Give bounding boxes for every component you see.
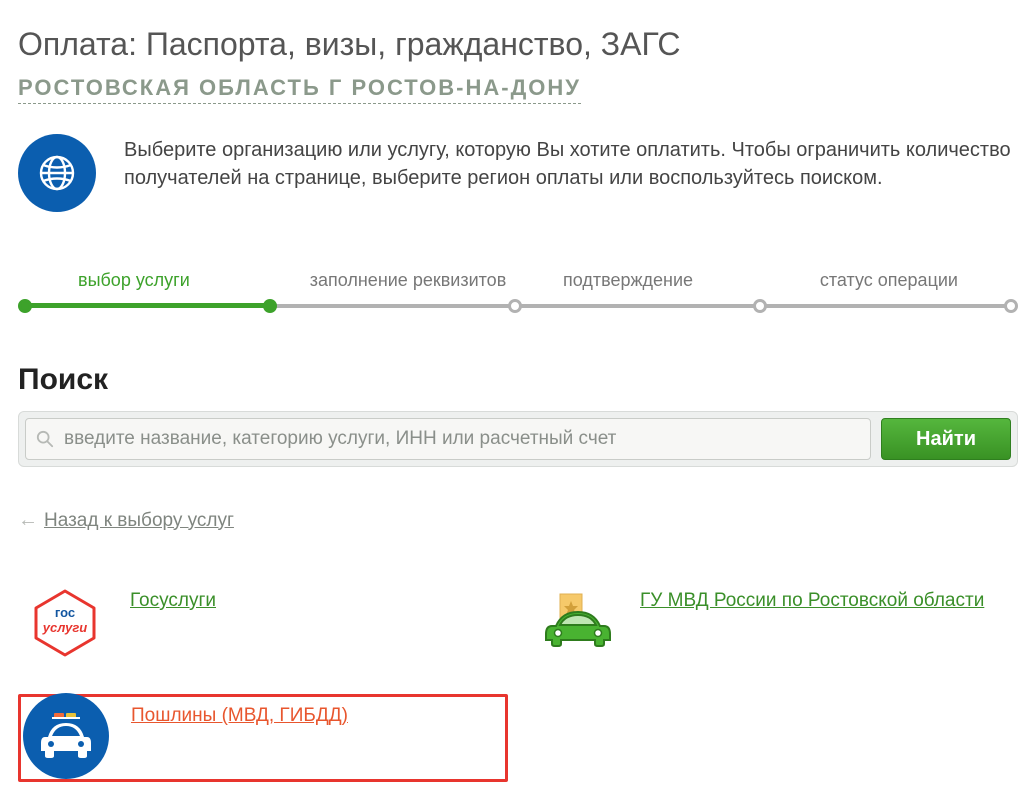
info-block: Выберите организацию или услугу, которую… bbox=[18, 134, 1018, 212]
gosuslugi-icon-text2: услуги bbox=[30, 621, 100, 634]
step-dot bbox=[263, 299, 277, 313]
police-car-icon bbox=[23, 693, 109, 779]
service-item-fees[interactable]: Пошлины (МВД, ГИБДД) bbox=[18, 694, 508, 782]
search-title: Поиск bbox=[18, 363, 1018, 397]
gosuslugi-icon-text1: гос bbox=[30, 606, 100, 619]
shield-car-icon bbox=[532, 588, 618, 658]
search-icon bbox=[36, 430, 54, 448]
step-dot bbox=[753, 299, 767, 313]
info-text: Выберите организацию или услугу, которую… bbox=[124, 134, 1018, 192]
gosuslugi-icon: гос услуги bbox=[30, 588, 100, 658]
service-item-gosuslugi[interactable]: гос услуги Госуслуги bbox=[18, 582, 508, 664]
services-grid: гос услуги Госуслуги ГУ МВД России bbox=[18, 582, 1018, 782]
search-bar: Найти bbox=[18, 411, 1018, 467]
back-arrow-icon: ← bbox=[18, 509, 38, 532]
step-dot bbox=[508, 299, 522, 313]
find-button[interactable]: Найти bbox=[881, 418, 1011, 460]
service-link[interactable]: Госуслуги bbox=[130, 588, 216, 614]
step-dot bbox=[1004, 299, 1018, 313]
progress-stepper: выбор услуги заполнение реквизитов подтв… bbox=[18, 270, 1018, 315]
service-link[interactable]: ГУ МВД России по Ростовской области bbox=[640, 588, 984, 614]
back-link[interactable]: Назад к выбору услуг bbox=[44, 510, 234, 532]
globe-icon bbox=[18, 134, 96, 212]
step-dot bbox=[18, 299, 32, 313]
step-label-2: заполнение реквизитов bbox=[298, 270, 518, 291]
service-link[interactable]: Пошлины (МВД, ГИБДД) bbox=[131, 703, 348, 729]
page-title: Оплата: Паспорта, визы, гражданство, ЗАГ… bbox=[18, 26, 1018, 63]
search-input[interactable] bbox=[62, 419, 860, 459]
region-selector[interactable]: РОСТОВСКАЯ ОБЛАСТЬ Г РОСТОВ-НА-ДОНУ bbox=[18, 75, 581, 104]
step-label-1: выбор услуги bbox=[28, 270, 298, 291]
service-item-gumvd[interactable]: ГУ МВД России по Ростовской области bbox=[528, 582, 1018, 664]
step-label-4: статус операции bbox=[738, 270, 1008, 291]
step-label-3: подтверждение bbox=[518, 270, 738, 291]
